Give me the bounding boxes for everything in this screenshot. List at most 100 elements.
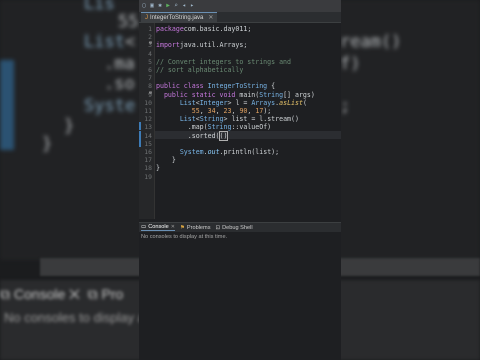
code-token: [] args) [283, 90, 315, 99]
code-token: ( [302, 98, 307, 107]
code-token: public static void [156, 90, 240, 99]
tab-debug-shell-label: Debug Shell [222, 224, 253, 231]
run-icon[interactable]: ▶ [165, 3, 171, 9]
java-file-icon: J [145, 14, 148, 21]
code-token: > l = [227, 98, 252, 107]
debug-shell-icon: ⊡ [215, 224, 221, 231]
code-line: public static void main(String[] args) [156, 91, 315, 99]
code-line: .sorted(() [156, 130, 229, 141]
code-token: .sorted( [156, 131, 220, 140]
code-token: ); [263, 107, 272, 115]
line-number: 11 [144, 107, 152, 115]
code-token: // sort alphabetically [156, 66, 244, 74]
editor-tab[interactable]: J IntegerToString.java ✕ [141, 12, 218, 22]
code-line: } [156, 164, 160, 172]
console-icon: ▭ [141, 224, 147, 230]
code-token: java.util.Arrays; [179, 41, 248, 50]
line-number: 1 [148, 25, 152, 33]
code-line: // Convert integers to strings and [156, 58, 291, 66]
search-icon[interactable]: ⌕ [173, 3, 179, 9]
code-line: System.out.println(list); [156, 148, 279, 156]
code-line: importjava.util.Arrays; [156, 41, 247, 49]
backdrop-code-line: .ma [104, 54, 135, 74]
problems-icon: ⚑ [179, 224, 185, 231]
forward-icon[interactable]: ▸ [189, 3, 195, 9]
console-panel: ▭ Console ✕ ⚑ Problems ⊡ Debug Shell No … [139, 222, 341, 360]
code-token: asList [279, 98, 303, 107]
code-token: package [156, 25, 184, 33]
fold-marker-icon[interactable]: ⊖ [149, 41, 152, 46]
line-number: 6 [148, 66, 152, 74]
code-token: com.basic.day011; [183, 25, 252, 33]
backdrop-code-line: } [64, 116, 75, 136]
code-line: // sort alphabetically [156, 66, 243, 74]
code-token: } [156, 164, 160, 173]
debug-icon[interactable]: ✱ [157, 3, 163, 9]
code-token: > list = l.stream() [223, 115, 299, 124]
tab-debug-shell[interactable]: ⊡ Debug Shell [216, 225, 253, 231]
code-token: String [259, 90, 284, 99]
line-number: 5 [148, 57, 152, 66]
code-token: Integer [199, 98, 228, 107]
code-line: } [156, 156, 176, 164]
backdrop-code-line: f) [340, 54, 361, 74]
line-number: 16 [144, 148, 152, 156]
code-editor[interactable]: 1 packagecom.basic.day011; 2 3 ⊖ importjava.u… [139, 23, 341, 242]
line-number: 10 [144, 98, 152, 107]
backdrop-code-line: ; [340, 96, 351, 116]
save-icon[interactable]: ▣ [149, 3, 155, 9]
code-token: String [199, 115, 224, 124]
code-token: List [179, 115, 196, 124]
tab-console[interactable]: ▭ Console ✕ [141, 224, 175, 231]
backdrop-code-line: .so [104, 74, 135, 94]
tab-problems-label: Problems [186, 224, 211, 231]
code-token: () [218, 130, 229, 141]
change-marker [139, 138, 141, 147]
code-line: 55, 34, 23, 90, 17); [156, 107, 272, 115]
code-token: { [267, 82, 276, 91]
close-icon[interactable]: ✕ [171, 224, 175, 230]
code-token: IntegerToString [207, 82, 268, 91]
code-token: public class [156, 82, 208, 91]
backdrop-code-line: List< [84, 32, 136, 52]
backdrop-code-line: ream() [340, 32, 402, 52]
backdrop-console-message: No consoles to display a [4, 310, 145, 325]
code-token: } [156, 156, 176, 165]
line-number: 7 [148, 74, 152, 83]
code-line: packagecom.basic.day011; [156, 25, 251, 33]
code-line: List<Integer> l = Arrays.asList( [156, 99, 307, 107]
line-number: 17 [144, 156, 152, 165]
code-token: 55 [191, 107, 200, 115]
code-token: main( [239, 90, 260, 99]
back-icon[interactable]: ◂ [181, 3, 187, 9]
code-token: out [207, 148, 220, 156]
code-token: import [156, 41, 180, 50]
code-line: List<String> list = l.stream() [156, 115, 299, 123]
code-line: public class IntegerToString { [156, 82, 275, 90]
close-icon[interactable]: ✕ [208, 14, 213, 21]
editor-tabbar: J IntegerToString.java ✕ [139, 12, 341, 23]
code-token: , [215, 107, 224, 115]
code-token: Arrays [251, 98, 276, 107]
console-message: No consoles to display at this time. [141, 234, 228, 240]
change-marker [139, 130, 141, 139]
new-file-icon[interactable]: ▢ [141, 3, 147, 9]
backdrop-code-line: Syste [84, 96, 136, 116]
change-marker [139, 122, 141, 131]
console-tabs: ▭ Console ✕ ⚑ Problems ⊡ Debug Shell [139, 223, 341, 232]
backdrop-code-line: } [42, 134, 53, 154]
editor-tab-label: IntegerToString.java [150, 14, 204, 21]
toolbar: ▢ ▣ ✱ ▶ ⌕ ◂ ▸ [139, 0, 341, 12]
line-number: 19 [144, 172, 152, 181]
backdrop-console-tabs: ⧉ Console ✕ ⧉ Pro [0, 286, 124, 302]
fold-marker-icon[interactable]: ⊖ [149, 90, 152, 95]
code-token: 23 [223, 107, 232, 115]
line-number: 4 [148, 49, 152, 58]
code-token: , [199, 107, 208, 115]
backdrop-side-marker [0, 60, 14, 150]
tab-problems[interactable]: ⚑ Problems [180, 225, 211, 231]
